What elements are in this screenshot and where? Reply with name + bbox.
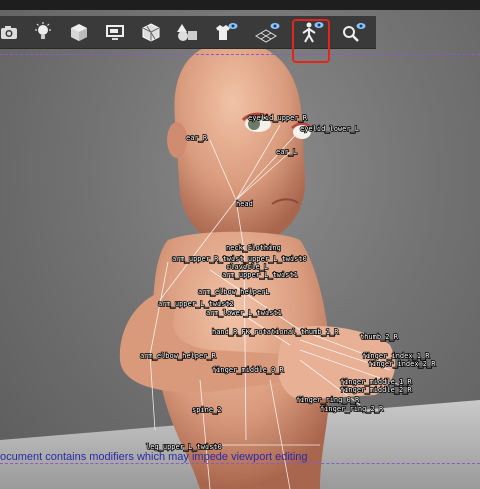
bone-label: eyelid_upper_R bbox=[248, 114, 308, 122]
bone-label: finger_index_2_R bbox=[368, 360, 436, 368]
bone-label: finger_index_1_R bbox=[362, 352, 430, 360]
viewport-guide-top bbox=[0, 54, 480, 55]
window-top-bar bbox=[0, 0, 480, 10]
bone-label: arm_upper_R_twist_upper_L_twist0 bbox=[172, 255, 307, 263]
selection-highlight bbox=[292, 19, 330, 63]
bone-label: spine_2 bbox=[192, 406, 222, 414]
search-visibility-icon bbox=[343, 23, 366, 42]
bone-label: clavicle_L bbox=[226, 263, 268, 271]
bone-label: arm_elbow_helperL bbox=[198, 288, 270, 296]
bone-label: arm_upper_L_twist2 bbox=[158, 300, 234, 308]
bone-label: ear_L bbox=[276, 148, 297, 156]
viewport-toolbar bbox=[0, 16, 376, 63]
display-button[interactable] bbox=[100, 18, 130, 46]
bone-label: neck_Clothing bbox=[226, 244, 281, 252]
grid-visibility-button[interactable] bbox=[252, 18, 282, 46]
cube-icon bbox=[71, 24, 87, 41]
bone-label: finger_middle_0_R bbox=[212, 366, 284, 374]
3d-viewport[interactable]: eyelid_upper_R eyelid_lower_L ear_R ear_… bbox=[0, 0, 480, 489]
camera-icon bbox=[1, 26, 17, 39]
shapes-icon bbox=[177, 24, 197, 41]
cube-button[interactable] bbox=[64, 18, 94, 46]
bone-label: eyelid_lower_L bbox=[300, 125, 359, 133]
shirt-visibility-icon bbox=[216, 23, 238, 40]
grid-visibility-icon bbox=[255, 23, 280, 43]
search-visibility-button[interactable] bbox=[338, 18, 368, 46]
display-icon bbox=[106, 25, 124, 40]
viewport-guide-bottom bbox=[0, 463, 480, 464]
shapes-button[interactable] bbox=[172, 18, 202, 46]
scene-canvas[interactable]: eyelid_upper_R eyelid_lower_L ear_R ear_… bbox=[0, 0, 480, 489]
camera-button[interactable] bbox=[0, 18, 24, 46]
bone-label: finger_ring_0_R bbox=[296, 396, 360, 404]
bone-label: finger_middle_2_R bbox=[340, 386, 412, 394]
bone-label: ear_R bbox=[186, 134, 208, 142]
bone-label: finger_ring_2_R bbox=[320, 405, 384, 413]
bone-label: arm_elbow_helper_R bbox=[140, 352, 217, 360]
shirt-visibility-button[interactable] bbox=[210, 18, 240, 46]
light-button[interactable] bbox=[28, 18, 58, 46]
bone-label: hand_R_FK_rotational_thumb_1_R bbox=[212, 328, 339, 336]
light-icon bbox=[35, 22, 51, 39]
wireframe-button[interactable] bbox=[136, 18, 166, 46]
bone-label: arm_lower_L_twist1 bbox=[206, 309, 282, 317]
wireframe-cube-icon bbox=[142, 23, 160, 42]
viewport-status-message: ocument contains modifiers which may imp… bbox=[0, 451, 308, 463]
bone-label: head bbox=[236, 200, 253, 208]
bone-label: leg_upper_L_twist0 bbox=[146, 443, 222, 451]
bone-label: finger_middle_1_R bbox=[340, 378, 412, 386]
bone-label: arm_upper_L_twist1 bbox=[222, 271, 298, 279]
bone-label: thumb_2_R bbox=[360, 333, 399, 341]
